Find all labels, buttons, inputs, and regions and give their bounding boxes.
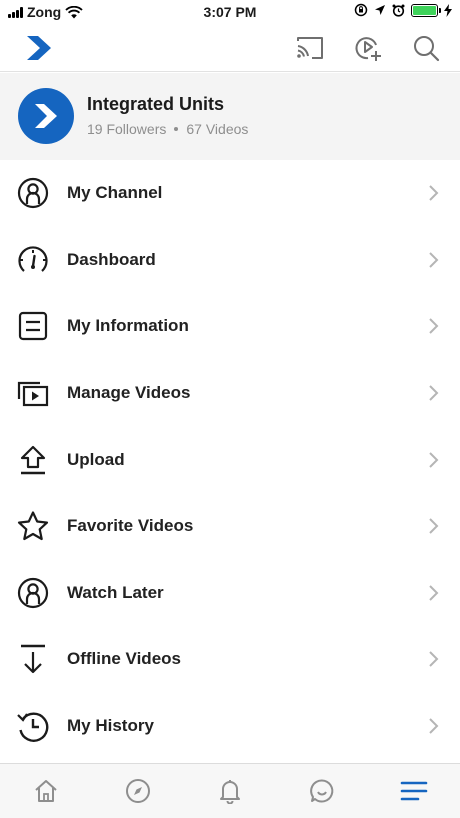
channel-logo-icon (35, 104, 57, 128)
menu-item-offline-videos[interactable]: Offline Videos (0, 626, 460, 693)
channel-name: Integrated Units (87, 94, 225, 114)
menu-item-my-history[interactable]: My History (0, 693, 460, 760)
menu-item-my-channel[interactable]: My Channel (0, 160, 460, 227)
top-actions (294, 32, 442, 64)
search-icon[interactable] (410, 32, 442, 64)
chevron-right-icon (429, 385, 439, 401)
alarm-icon (392, 4, 405, 17)
charging-icon (444, 3, 452, 17)
video-stack-icon (16, 376, 50, 410)
chevron-right-icon (429, 585, 439, 601)
status-icons (354, 3, 452, 17)
menu-item-label: Dashboard (67, 249, 156, 269)
menu-item-favorite-videos[interactable]: Favorite Videos (0, 493, 460, 560)
chevron-right-icon (429, 651, 439, 668)
status-bar: Zong 3:07 PM (0, 0, 460, 24)
menu-item-label: Watch Later (67, 582, 164, 602)
menu-item-label: My Information (67, 316, 189, 336)
chevron-right-icon (429, 718, 439, 734)
battery-icon (411, 3, 441, 17)
battery-level (413, 5, 436, 15)
upload-icon (16, 443, 50, 477)
chevron-right-icon (429, 451, 439, 468)
menu-item-label: My History (67, 716, 154, 736)
followers-count: 19 Followers (87, 121, 167, 137)
menu-item-label: Upload (67, 449, 125, 469)
location-icon (375, 5, 385, 15)
gauge-icon (16, 243, 50, 277)
menu-item-upload[interactable]: Upload (0, 426, 460, 493)
menu-item-label: Manage Videos (67, 383, 191, 403)
channel-avatar[interactable] (18, 88, 74, 144)
video-add-icon[interactable] (352, 32, 384, 64)
separator-dot (174, 127, 179, 131)
history-icon (16, 709, 50, 743)
user-circle-icon (16, 576, 50, 610)
menu-item-my-information[interactable]: My Information (0, 293, 460, 360)
menu-item-label: My Channel (67, 183, 163, 203)
chevron-right-icon (429, 252, 439, 268)
download-icon (16, 642, 50, 676)
channel-stats: 19 Followers 67 Videos (87, 121, 248, 137)
cast-icon[interactable] (294, 32, 326, 64)
chevron-right-icon (429, 518, 439, 534)
menu-icon[interactable] (391, 771, 437, 811)
top-bar (0, 24, 460, 72)
menu-item-label: Favorite Videos (67, 516, 194, 536)
menu-item-manage-videos[interactable]: Manage Videos (0, 360, 460, 427)
home-icon[interactable] (23, 771, 69, 811)
channel-header[interactable]: Integrated Units 19 Followers 67 Videos (0, 73, 460, 160)
chevron-right-icon (429, 318, 439, 335)
menu-item-watch-later[interactable]: Watch Later (0, 560, 460, 627)
star-icon (16, 509, 50, 543)
menu-item-label: Offline Videos (67, 649, 181, 669)
info-card-icon (16, 309, 50, 343)
menu-item-dashboard[interactable]: Dashboard (0, 227, 460, 294)
videos-count: 67 Videos (186, 121, 249, 137)
compass-icon[interactable] (115, 771, 161, 811)
app-logo-icon[interactable] (24, 33, 54, 63)
bell-icon[interactable] (207, 771, 253, 811)
chat-icon[interactable] (299, 771, 345, 811)
account-menu: My Channel Dashboard My Information Mana… (0, 160, 460, 759)
chevron-right-icon (429, 185, 439, 202)
bottom-navigation (0, 763, 460, 818)
user-circle-icon (16, 176, 50, 210)
lock-rotation-icon (354, 3, 368, 17)
